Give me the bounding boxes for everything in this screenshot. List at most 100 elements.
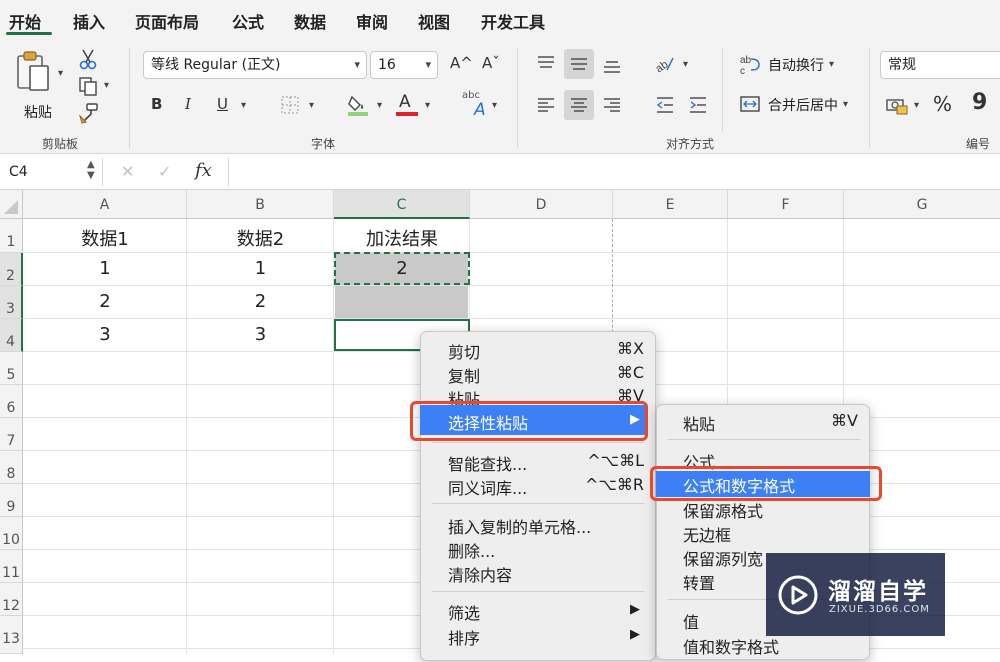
cell-c1[interactable]: 加法结果: [334, 225, 470, 251]
tab-page-layout[interactable]: 页面布局: [135, 9, 199, 33]
row-header-6[interactable]: 6: [0, 385, 23, 418]
align-bottom-icon[interactable]: [602, 54, 622, 74]
decrease-indent-icon[interactable]: [655, 96, 675, 114]
underline-button[interactable]: U: [217, 95, 228, 113]
name-box[interactable]: C4 ▲ ▼: [0, 158, 103, 186]
shrink-font-button[interactable]: Aˇ: [482, 54, 500, 72]
orientation-icon[interactable]: ab: [653, 52, 675, 74]
insert-function-icon[interactable]: fx: [195, 160, 212, 181]
tab-view[interactable]: 视图: [418, 9, 450, 33]
tab-home[interactable]: 开始: [9, 9, 41, 33]
bold-button[interactable]: B: [151, 95, 162, 113]
borders-icon[interactable]: [280, 95, 300, 115]
submenu-item-transpose[interactable]: 转置: [683, 570, 715, 594]
copy-icon[interactable]: [78, 76, 98, 96]
row-header-1[interactable]: 1: [0, 219, 23, 253]
row-header-2[interactable]: 2: [0, 253, 23, 286]
row-header-13[interactable]: 13: [0, 616, 23, 654]
cell-a3[interactable]: 2: [23, 291, 187, 312]
cell-b2[interactable]: 1: [187, 258, 334, 279]
cut-icon[interactable]: [78, 48, 98, 70]
cell-a1[interactable]: 数据1: [23, 225, 187, 251]
align-right-icon[interactable]: [602, 95, 622, 115]
italic-button[interactable]: I: [185, 95, 191, 113]
name-box-stepper-icon[interactable]: ▲ ▼: [87, 159, 95, 181]
font-color-button[interactable]: A: [396, 92, 418, 118]
cell-b3[interactable]: 2: [187, 291, 334, 312]
submenu-item-no-borders[interactable]: 无边框: [683, 522, 731, 546]
fill-color-dropdown-icon[interactable]: ▾: [377, 100, 382, 111]
cell-b4[interactable]: 3: [187, 324, 334, 345]
cell-a4[interactable]: 3: [23, 324, 187, 345]
submenu-item-keep-source-format[interactable]: 保留源格式: [683, 498, 763, 522]
accounting-format-icon[interactable]: [885, 96, 909, 116]
row-header-7[interactable]: 7: [0, 418, 23, 451]
column-header-e[interactable]: E: [613, 190, 728, 219]
format-painter-icon[interactable]: [78, 102, 100, 124]
select-all-corner[interactable]: [0, 190, 23, 219]
row-header-3[interactable]: 3: [0, 286, 23, 319]
tab-review[interactable]: 审阅: [356, 9, 388, 33]
menu-item-cut[interactable]: 剪切: [448, 339, 480, 363]
grow-font-button[interactable]: A^: [450, 54, 473, 72]
column-header-a[interactable]: A: [23, 190, 187, 219]
tab-formulas[interactable]: 公式: [232, 9, 264, 33]
align-middle-icon[interactable]: [569, 54, 589, 74]
font-color-dropdown-icon[interactable]: ▾: [425, 100, 430, 111]
paste-button[interactable]: ▾ 粘贴: [14, 50, 64, 126]
row-header-4[interactable]: 4: [0, 319, 23, 352]
align-top-icon[interactable]: [536, 54, 556, 74]
wrap-text-button[interactable]: ab c 自动换行 ▾: [739, 53, 849, 77]
row-header-9[interactable]: 9: [0, 484, 23, 517]
menu-item-sort[interactable]: 排序: [448, 625, 480, 649]
align-left-icon[interactable]: [536, 95, 556, 115]
tab-developer[interactable]: 开发工具: [481, 9, 545, 33]
column-header-d[interactable]: D: [470, 190, 613, 219]
comma-style-button[interactable]: 9: [972, 90, 987, 115]
phonetic-dropdown-icon[interactable]: ▾: [492, 100, 497, 111]
cell-a2[interactable]: 1: [23, 258, 187, 279]
column-header-c[interactable]: C: [334, 190, 470, 219]
percent-style-button[interactable]: %: [933, 92, 952, 116]
menu-item-clear-contents[interactable]: 清除内容: [448, 562, 512, 586]
column-header-f[interactable]: F: [728, 190, 844, 219]
row-header-11[interactable]: 11: [0, 550, 23, 583]
wrap-text-dropdown-icon[interactable]: ▾: [829, 59, 834, 70]
copy-dropdown-icon[interactable]: ▾: [104, 80, 109, 91]
row-header-8[interactable]: 8: [0, 451, 23, 484]
font-family-select[interactable]: 等线 Regular (正文) ▾: [143, 51, 367, 79]
merge-center-dropdown-icon[interactable]: ▾: [843, 99, 848, 110]
fill-color-icon[interactable]: [346, 93, 370, 117]
submenu-item-paste[interactable]: 粘贴: [683, 411, 715, 435]
enter-icon[interactable]: ✓: [158, 162, 171, 181]
submenu-item-values[interactable]: 值: [683, 609, 699, 633]
align-center-icon[interactable]: [569, 95, 589, 115]
column-header-g[interactable]: G: [844, 190, 1000, 219]
menu-item-delete[interactable]: 删除...: [448, 538, 495, 562]
font-size-select[interactable]: 16 ▾: [370, 51, 438, 79]
increase-indent-icon[interactable]: [688, 96, 708, 114]
submenu-item-values-number-format[interactable]: 值和数字格式: [683, 634, 779, 658]
menu-item-filter[interactable]: 筛选: [448, 600, 480, 624]
menu-item-smart-lookup[interactable]: 智能查找...: [448, 451, 527, 475]
cell-c2[interactable]: 2: [334, 258, 470, 279]
tab-insert[interactable]: 插入: [73, 9, 105, 33]
number-format-select[interactable]: 常规: [880, 51, 1000, 79]
menu-item-copy[interactable]: 复制: [448, 363, 480, 387]
orientation-dropdown-icon[interactable]: ▾: [683, 59, 688, 70]
formula-input[interactable]: [229, 158, 1000, 186]
column-header-b[interactable]: B: [187, 190, 334, 219]
row-header-12[interactable]: 12: [0, 583, 23, 616]
borders-dropdown-icon[interactable]: ▾: [309, 100, 314, 111]
paste-dropdown-icon[interactable]: ▾: [58, 68, 63, 79]
tab-data[interactable]: 数据: [294, 9, 326, 33]
row-header-10[interactable]: 10: [0, 517, 23, 550]
submenu-item-keep-column-width[interactable]: 保留源列宽: [683, 546, 763, 570]
underline-dropdown-icon[interactable]: ▾: [241, 100, 246, 111]
row-header-5[interactable]: 5: [0, 352, 23, 385]
menu-item-insert-copied-cells[interactable]: 插入复制的单元格...: [448, 514, 591, 538]
accounting-dropdown-icon[interactable]: ▾: [914, 100, 919, 111]
cancel-icon[interactable]: ✕: [121, 162, 134, 181]
cell-b1[interactable]: 数据2: [187, 225, 334, 251]
merge-center-button[interactable]: 合并后居中 ▾: [739, 94, 859, 118]
